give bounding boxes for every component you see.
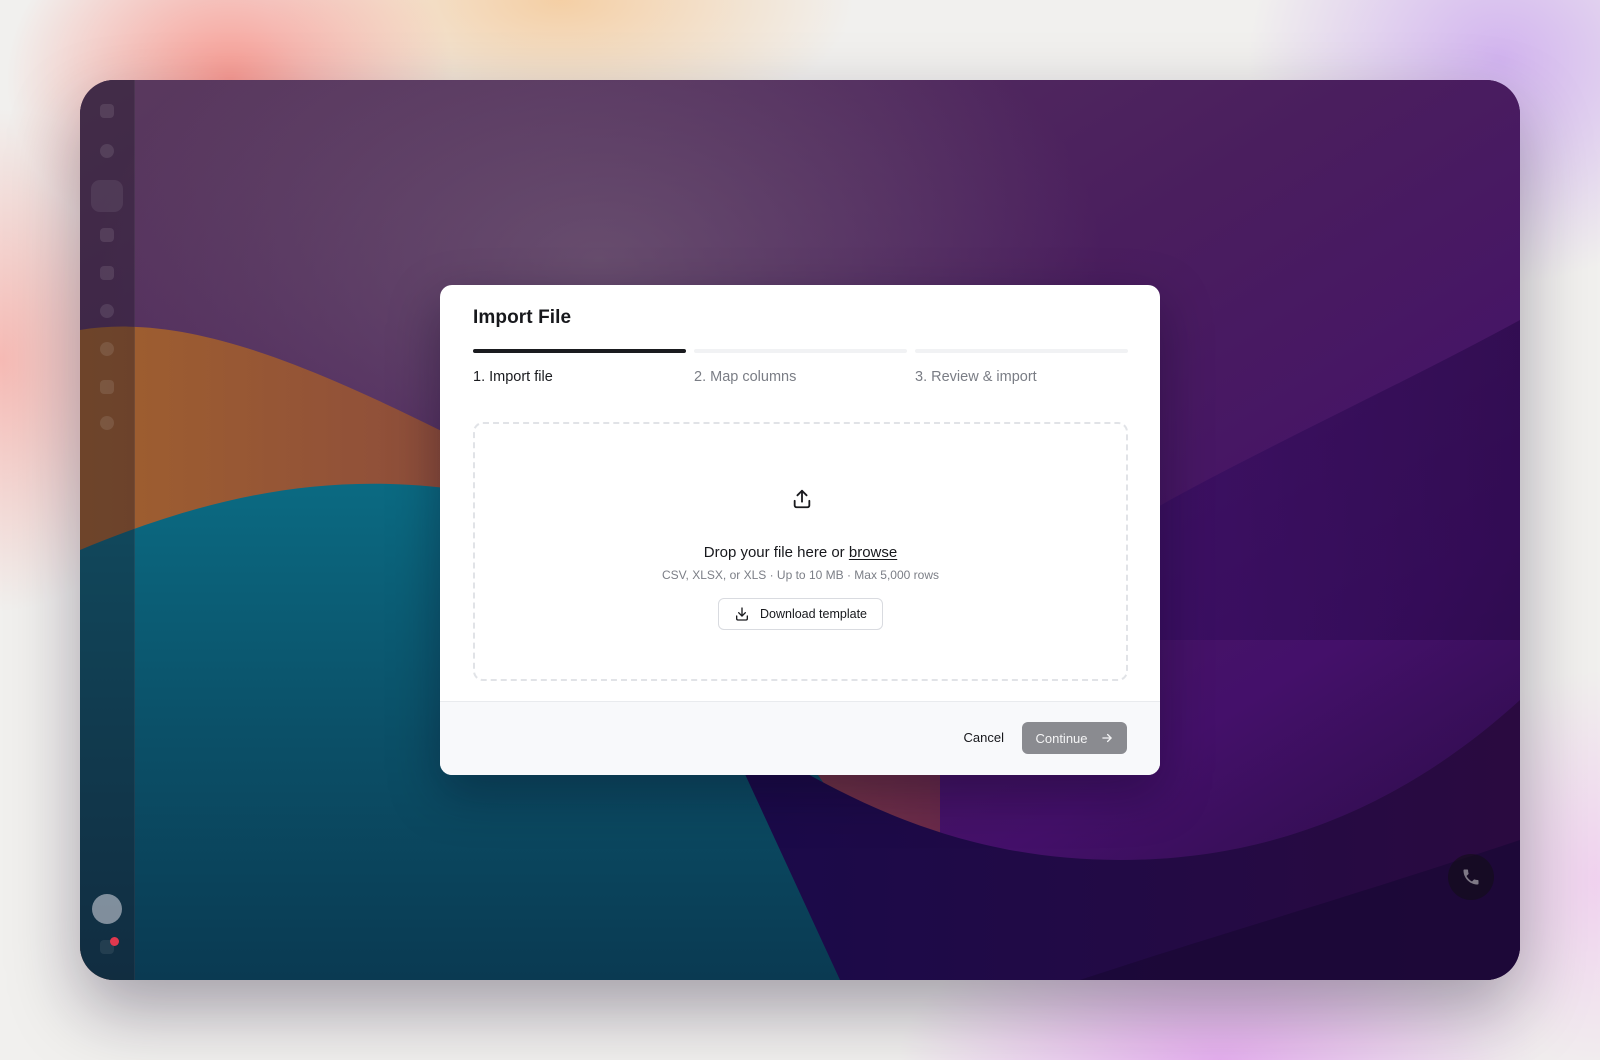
call-button: [1448, 854, 1494, 900]
step-label: 2. Map columns: [694, 369, 797, 385]
dialog-footer: Cancel Continue: [440, 701, 1160, 775]
continue-button[interactable]: Continue: [1022, 722, 1127, 754]
list-icon: [100, 380, 114, 394]
step-label: 1. Import file: [473, 369, 553, 385]
stepper: 1. Import file 2. Map columns 3. Review …: [473, 349, 1128, 385]
logo-icon: [100, 104, 114, 118]
download-template-button[interactable]: Download template: [718, 598, 883, 630]
step-progress-bar: [915, 349, 1128, 353]
file-dropzone[interactable]: Drop your file here or browse CSV, XLSX,…: [473, 422, 1128, 681]
phone-icon: [1463, 869, 1479, 885]
arrow-right-icon: [1101, 733, 1112, 743]
step-progress-bar: [694, 349, 907, 353]
download-template-label: Download template: [759, 607, 867, 621]
step-import-file: 1. Import file: [473, 349, 686, 385]
upload-icon: [793, 489, 811, 509]
continue-label: Continue: [1035, 730, 1088, 746]
step-map-columns: 2. Map columns: [694, 349, 907, 385]
step-review-import: 3. Review & import: [915, 349, 1128, 385]
dialog-title: Import File: [473, 307, 572, 328]
calendar-icon: [100, 342, 114, 356]
edit-icon: [91, 180, 123, 212]
app-sidebar: [80, 80, 135, 980]
avatar: [92, 894, 122, 924]
drop-prompt: Drop your file here or browse: [475, 544, 1126, 561]
folder-icon: [100, 266, 114, 280]
search-icon: [100, 144, 114, 158]
file-format-hint: CSV, XLSX, or XLS · Up to 10 MB · Max 5,…: [661, 568, 939, 582]
browse-link[interactable]: browse: [849, 544, 897, 561]
chat-icon: [100, 304, 114, 318]
drop-prompt-text: Drop your file here or: [703, 544, 845, 561]
help-icon: [100, 416, 114, 430]
step-label: 3. Review & import: [915, 369, 1037, 385]
download-icon: [735, 607, 748, 621]
step-progress-bar: [473, 349, 686, 353]
import-file-dialog: Import File 1. Import file 2. Map column…: [440, 285, 1160, 775]
cancel-button[interactable]: Cancel: [964, 730, 1004, 745]
inbox-icon: [100, 228, 114, 242]
notification-dot: [110, 937, 119, 946]
